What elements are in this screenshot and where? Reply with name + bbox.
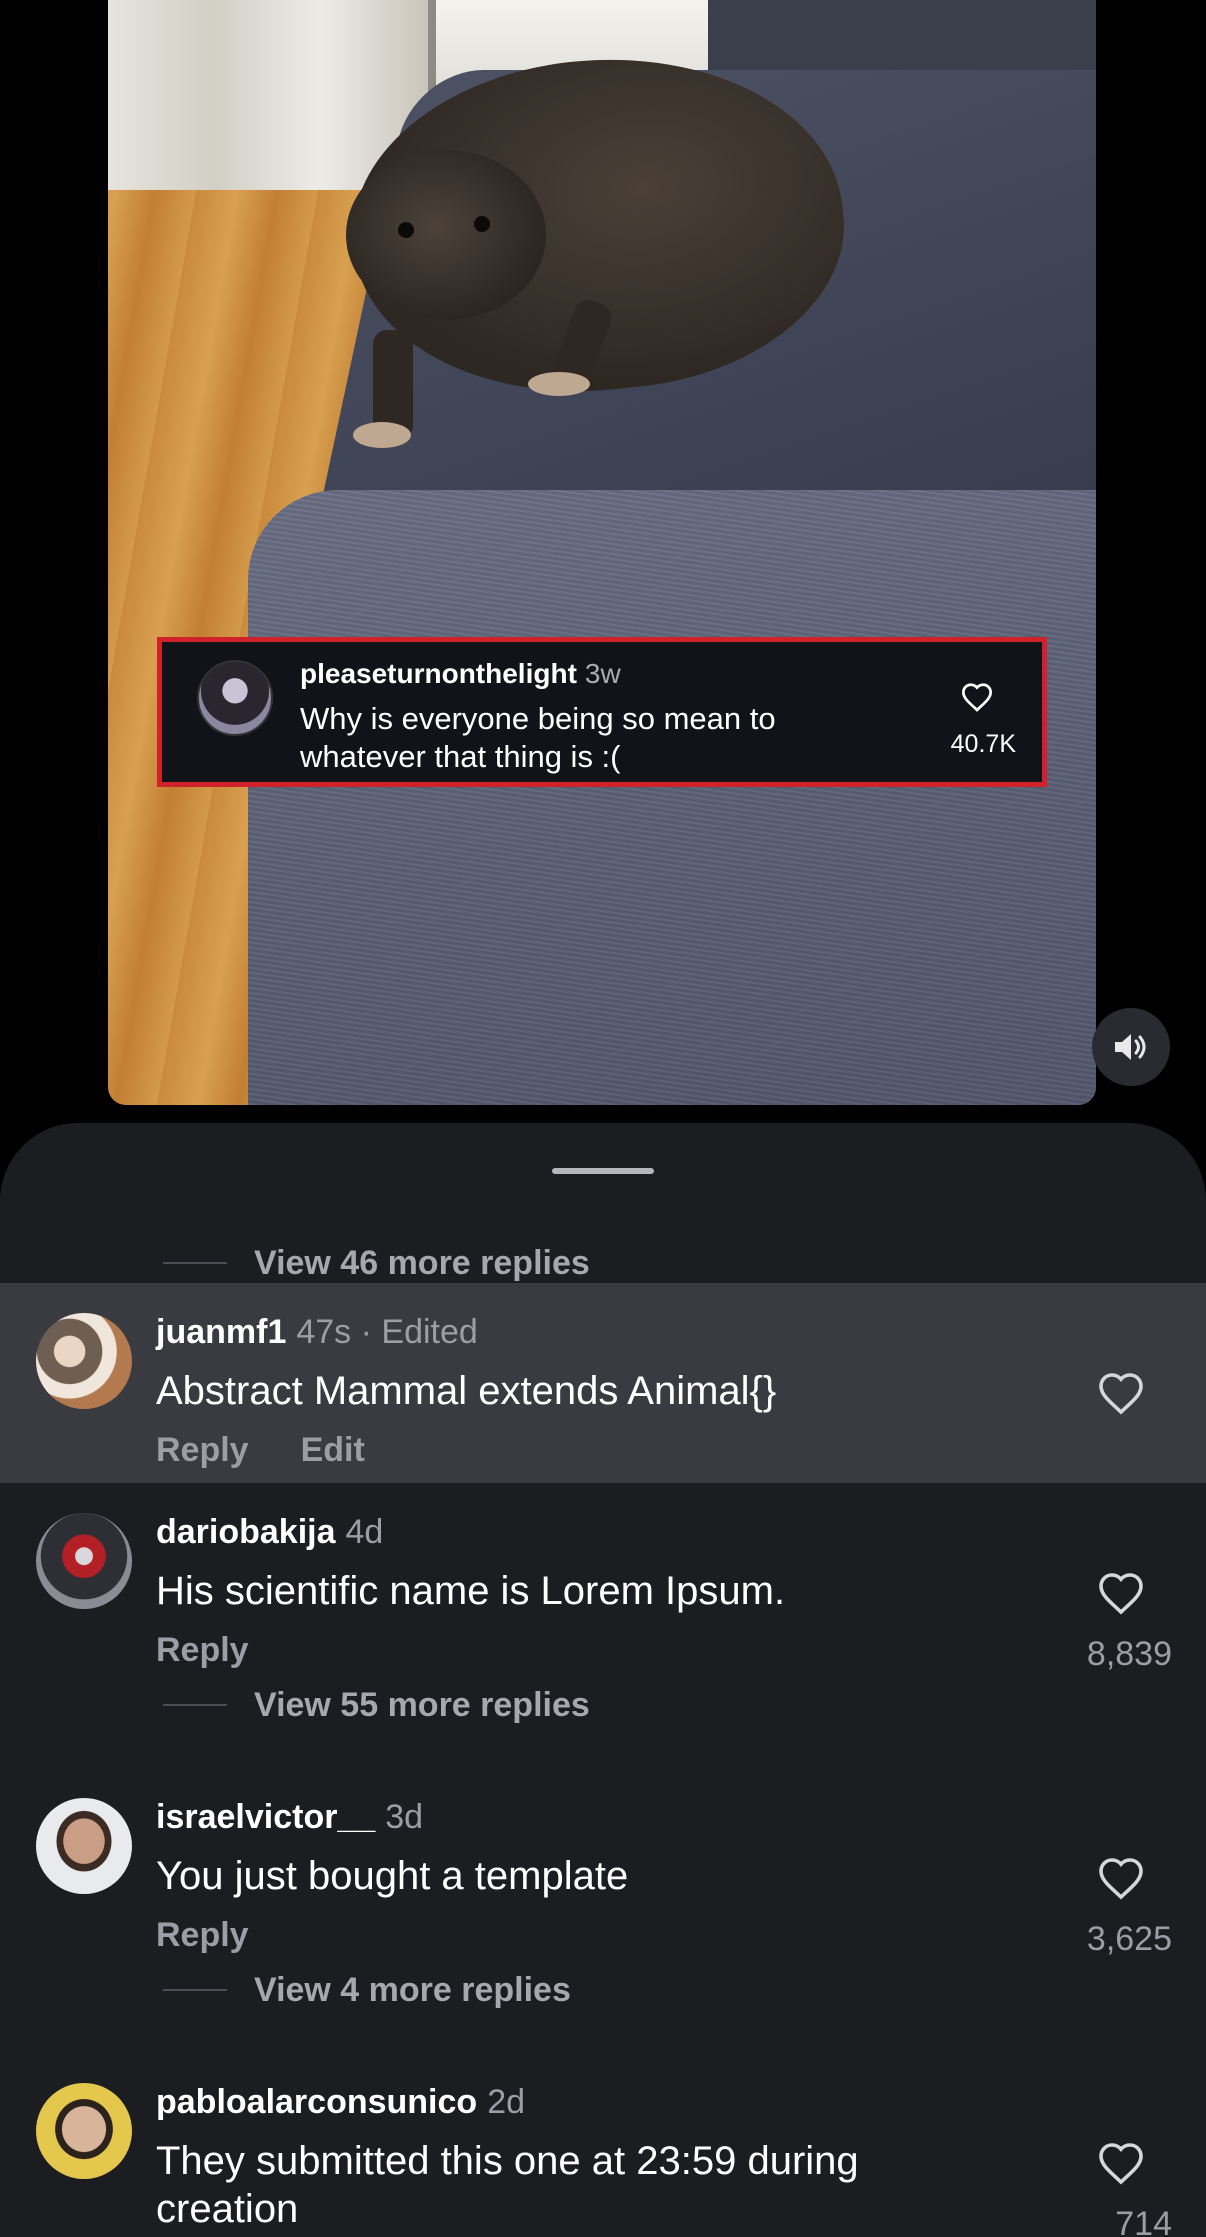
speaker-icon bbox=[1115, 1034, 1146, 1060]
animal-eye bbox=[398, 222, 414, 238]
divider bbox=[163, 1262, 227, 1264]
like-count: 8,839 bbox=[1086, 1635, 1172, 1673]
comment-text: You just bought a template bbox=[156, 1854, 629, 1898]
heart-icon[interactable] bbox=[1096, 2141, 1146, 2185]
view-more-replies-label: View 46 more replies bbox=[254, 1243, 590, 1282]
timestamp: 4d bbox=[345, 1513, 384, 1551]
view-more-replies[interactable]: View 4 more replies bbox=[163, 1968, 571, 2012]
username[interactable]: israelvictor__ bbox=[156, 1798, 375, 1836]
comment-row: dariobakija 4d His scientific name is Lor… bbox=[0, 1483, 1206, 1768]
comment-header: juanmf1 47s · Edited bbox=[156, 1313, 478, 1352]
username[interactable]: pabloalarconsunico bbox=[156, 2083, 477, 2121]
timestamp: 2d bbox=[487, 2083, 526, 2121]
comment-actions: Reply bbox=[156, 1631, 301, 1670]
heart-icon bbox=[961, 683, 993, 712]
like-count: 40.7K bbox=[950, 730, 1016, 758]
sheet-drag-handle[interactable] bbox=[552, 1168, 654, 1174]
reel-video[interactable] bbox=[108, 0, 1096, 1105]
divider bbox=[163, 1704, 227, 1706]
username[interactable]: juanmf1 bbox=[156, 1313, 286, 1351]
heart-icon[interactable] bbox=[1096, 1571, 1146, 1615]
animal-eye bbox=[474, 216, 490, 232]
view-more-replies-label: View 55 more replies bbox=[254, 1685, 590, 1724]
edit-button[interactable]: Edit bbox=[301, 1431, 365, 1469]
animal-head bbox=[346, 150, 546, 320]
timestamp: 47s · Edited bbox=[296, 1313, 478, 1351]
comment-header: dariobakija 4d bbox=[156, 1513, 383, 1552]
comments-sheet: View 46 more replies juanmf1 47s · Edited… bbox=[0, 1123, 1206, 2237]
avatar bbox=[197, 660, 273, 736]
comment-actions: Reply Edit bbox=[156, 1431, 417, 1470]
comment-text: They submitted this one at 23:59 during … bbox=[156, 2139, 859, 2231]
avatar[interactable] bbox=[36, 2083, 132, 2179]
timestamp: 3w bbox=[584, 658, 621, 689]
reply-button[interactable]: Reply bbox=[156, 1631, 249, 1669]
view-more-replies[interactable]: View 46 more replies bbox=[163, 1241, 590, 1285]
animal-paw bbox=[353, 422, 411, 448]
overlay-username: pleaseturnonthelight 3w bbox=[300, 658, 621, 690]
view-more-replies-label: View 4 more replies bbox=[254, 1970, 571, 2009]
heart-icon[interactable] bbox=[1096, 1856, 1146, 1900]
highlighted-comment-overlay: pleaseturnonthelight 3w Why is everyone b… bbox=[157, 637, 1047, 787]
comment-header: pabloalarconsunico 2d bbox=[156, 2083, 525, 2122]
comment-actions: Reply bbox=[156, 1916, 301, 1955]
comment-text: His scientific name is Lorem Ipsum. bbox=[156, 1569, 786, 1613]
reply-button[interactable]: Reply bbox=[156, 1916, 249, 1954]
avatar[interactable] bbox=[36, 1798, 132, 1894]
divider bbox=[163, 1989, 227, 1991]
reply-button[interactable]: Reply bbox=[156, 1431, 249, 1469]
comment-row: israelvictor__ 3d You just bought a templ… bbox=[0, 1768, 1206, 2053]
like-count: 3,625 bbox=[1086, 1920, 1172, 1958]
overlay-comment-text: Why is everyone being so mean to whateve… bbox=[300, 701, 776, 774]
sound-toggle-button[interactable] bbox=[1092, 1008, 1170, 1086]
username[interactable]: dariobakija bbox=[156, 1513, 336, 1551]
heart-icon[interactable] bbox=[1096, 1371, 1146, 1415]
comment-row: juanmf1 47s · Edited Abstract Mammal exte… bbox=[0, 1283, 1206, 1483]
username: pleaseturnonthelight bbox=[300, 658, 577, 689]
comment-header: israelvictor__ 3d bbox=[156, 1798, 423, 1837]
timestamp: 3d bbox=[385, 1798, 424, 1836]
comment-row: pabloalarconsunico 2d They submitted this… bbox=[0, 2053, 1206, 2237]
sofa-seat-cushion bbox=[248, 490, 1096, 1105]
avatar[interactable] bbox=[36, 1313, 132, 1409]
avatar[interactable] bbox=[36, 1513, 132, 1609]
animal-paw bbox=[528, 372, 590, 396]
view-more-replies[interactable]: View 55 more replies bbox=[163, 1683, 590, 1727]
like-count: 714 bbox=[1115, 2205, 1172, 2237]
comment-text: Abstract Mammal extends Animal{} bbox=[156, 1369, 777, 1413]
